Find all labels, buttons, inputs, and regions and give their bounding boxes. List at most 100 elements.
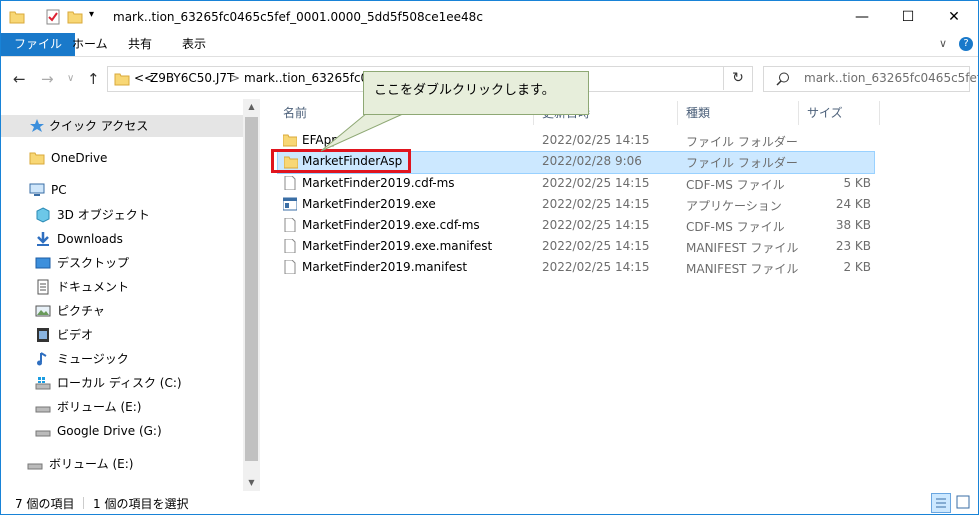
column-divider[interactable] [798, 101, 799, 125]
documents-icon [37, 279, 49, 295]
file-name: MarketFinder2019.exe [302, 197, 436, 211]
file-type: CDF-MS ファイル [686, 178, 785, 192]
sidebar-item-label: ドキュメント [57, 280, 130, 294]
desktop-icon [35, 257, 51, 269]
up-arrow-icon[interactable]: ↑ [87, 70, 100, 88]
column-header-type[interactable]: 種類 [686, 99, 710, 127]
sidebar-item-label: ピクチャ [57, 304, 105, 318]
window-title: mark..tion_63265fc0465c5fef_0001.0000_5d… [113, 10, 483, 24]
file-icon [284, 218, 296, 232]
sidebar-item-3d-objects[interactable]: 3D オブジェクト [35, 204, 243, 226]
properties-icon[interactable] [45, 9, 61, 25]
file-icon [284, 239, 296, 253]
minimize-button[interactable]: — [839, 1, 885, 33]
file-type: ファイル フォルダー [686, 156, 798, 170]
tab-view[interactable]: 表示 [169, 33, 219, 56]
scroll-down-icon[interactable]: ▼ [243, 475, 260, 491]
sidebar-item-documents[interactable]: ドキュメント [35, 276, 243, 298]
refresh-icon[interactable]: ↻ [723, 66, 752, 90]
sidebar-item-label: デスクトップ [57, 256, 130, 270]
column-header-size[interactable]: サイズ [807, 99, 843, 127]
callout-text: ここをダブルクリックします。 [374, 83, 555, 98]
back-arrow-icon[interactable]: ← [13, 70, 26, 88]
file-date: 2022/02/25 14:15 [542, 218, 650, 232]
sidebar-item-label: PC [51, 183, 67, 197]
tab-home[interactable]: ホーム [59, 33, 121, 56]
explorer-window: ▾ mark..tion_63265fc0465c5fef_0001.0000_… [0, 0, 979, 515]
sidebar-item-volume-e[interactable]: ボリューム (E:) [35, 396, 243, 418]
search-icon [776, 72, 789, 86]
scrollbar-thumb[interactable] [245, 117, 258, 461]
maximize-button[interactable]: ☐ [885, 1, 931, 33]
file-type: アプリケーション [686, 199, 782, 213]
status-bar: 7 個の項目 1 個の項目を選択 [1, 491, 978, 514]
file-row-cdf-ms[interactable]: MarketFinder2019.cdf-ms 2022/02/25 14:15… [277, 173, 875, 194]
customize-toolbar-icon[interactable]: ▾ [89, 9, 94, 20]
large-icons-view-icon[interactable] [954, 493, 972, 511]
sidebar-item-label: クイック アクセス [49, 119, 149, 133]
breadcrumb-item[interactable]: Z9BY6C50.J7T [150, 71, 234, 85]
callout-balloon: ここをダブルクリックします。 [363, 71, 589, 115]
sidebar-item-desktop[interactable]: デスクトップ [35, 252, 243, 274]
folder-icon [29, 152, 45, 165]
file-icon [284, 176, 296, 190]
file-row-manifest[interactable]: MarketFinder2019.manifest 2022/02/25 14:… [277, 257, 875, 278]
ribbon-collapse-icon[interactable]: ∨ [939, 37, 947, 50]
file-size: 38 KB [835, 218, 871, 232]
details-view-icon[interactable] [931, 493, 951, 513]
recent-locations-icon[interactable]: ∨ [67, 73, 74, 84]
file-size: 24 KB [835, 197, 871, 211]
pc-icon [29, 183, 45, 196]
file-name: MarketFinder2019.manifest [302, 260, 468, 274]
file-type: CDF-MS ファイル [686, 220, 785, 234]
tab-share[interactable]: 共有 [115, 33, 165, 56]
sidebar-item-quick-access[interactable]: クイック アクセス [1, 115, 243, 137]
sidebar-item-local-disk[interactable]: ローカル ディスク (C:) [35, 372, 243, 394]
file-date: 2022/02/28 9:06 [542, 154, 642, 168]
file-date: 2022/02/25 14:15 [542, 133, 650, 147]
file-date: 2022/02/25 14:15 [542, 197, 650, 211]
sidebar-item-pictures[interactable]: ピクチャ [35, 300, 243, 322]
sidebar-item-downloads[interactable]: Downloads [35, 228, 243, 250]
sidebar-item-volume-e-root[interactable]: ボリューム (E:) [27, 453, 243, 475]
sidebar-item-pc[interactable]: PC [29, 179, 243, 201]
download-icon [37, 232, 49, 246]
drive-icon [27, 463, 43, 470]
star-icon [30, 119, 44, 132]
sidebar-item-label: ミュージック [57, 352, 129, 366]
sidebar-item-music[interactable]: ミュージック [35, 348, 243, 370]
file-row-exe[interactable]: MarketFinder2019.exe 2022/02/25 14:15 アプ… [277, 194, 875, 215]
file-name: MarketFinder2019.exe.manifest [302, 239, 493, 253]
sidebar-item-label: ローカル ディスク (C:) [57, 376, 182, 390]
column-divider[interactable] [677, 101, 678, 125]
column-header-name[interactable]: 名前 [283, 99, 307, 127]
file-type: MANIFEST ファイル [686, 262, 799, 276]
new-folder-icon[interactable] [67, 9, 83, 25]
sidebar-item-label: OneDrive [51, 151, 108, 165]
file-size: 5 KB [843, 176, 871, 190]
local-disk-icon [35, 377, 51, 390]
navigation-scrollbar[interactable]: ▲ ▼ [243, 99, 260, 491]
close-button[interactable]: ✕ [931, 1, 977, 33]
sidebar-item-label: ボリューム (E:) [57, 400, 142, 414]
file-row-exe-cdf-ms[interactable]: MarketFinder2019.exe.cdf-ms 2022/02/25 1… [277, 215, 875, 236]
drive-icon [35, 430, 51, 437]
file-name: MarketFinder2019.exe.cdf-ms [302, 218, 480, 232]
videos-icon [37, 328, 49, 342]
file-row-exe-manifest[interactable]: MarketFinder2019.exe.manifest 2022/02/25… [277, 236, 875, 257]
help-icon[interactable]: ? [959, 37, 973, 51]
search-input[interactable]: mark..tion_63265fc0465c5fef... [763, 66, 978, 92]
scroll-up-icon[interactable]: ▲ [243, 99, 260, 115]
title-bar: ▾ mark..tion_63265fc0465c5fef_0001.0000_… [1, 1, 978, 33]
sidebar-item-onedrive[interactable]: OneDrive [29, 147, 243, 169]
sidebar-item-videos[interactable]: ビデオ [35, 324, 243, 346]
column-divider[interactable] [879, 101, 880, 125]
selection-count: 1 個の項目を選択 [93, 497, 189, 511]
forward-arrow-icon[interactable]: → [41, 70, 54, 88]
sidebar-item-google-drive[interactable]: Google Drive (G:) [35, 420, 243, 442]
breadcrumb-separator-icon[interactable]: > [230, 71, 240, 85]
file-name: MarketFinder2019.cdf-ms [302, 176, 455, 190]
file-date: 2022/02/25 14:15 [542, 176, 650, 190]
file-size: 23 KB [835, 239, 871, 253]
item-count: 7 個の項目 [15, 497, 75, 511]
